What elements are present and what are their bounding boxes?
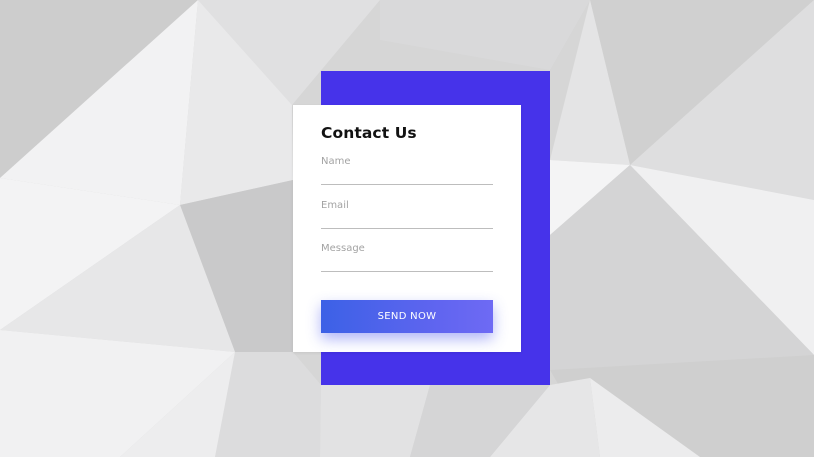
name-label: Name [321,156,351,167]
contact-card: Contact Us Name Email Message SEND NOW [293,105,521,352]
message-label: Message [321,243,365,254]
email-label: Email [321,200,349,211]
name-input[interactable] [321,169,493,185]
contact-title: Contact Us [321,124,417,142]
message-field: Message [321,243,493,272]
send-now-button[interactable]: SEND NOW [321,300,493,333]
name-field: Name [321,156,493,185]
page-stage: Contact Us Name Email Message SEND NOW [0,0,814,457]
message-input[interactable] [321,256,493,272]
email-field: Email [321,200,493,229]
email-input[interactable] [321,213,493,229]
